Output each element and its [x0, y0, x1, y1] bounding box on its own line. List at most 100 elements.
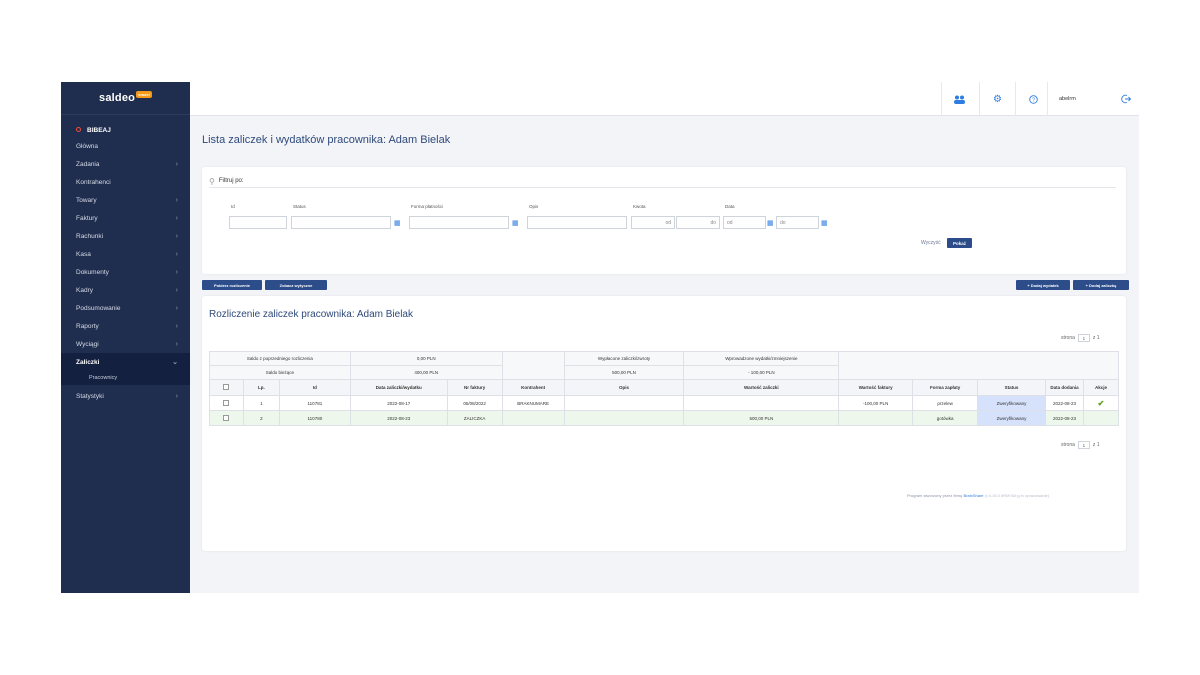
sidebar-item-raporty[interactable]: Raporty ›	[61, 317, 190, 335]
cell-date: 2022-08-17	[349, 395, 448, 411]
sidebar-item-kontrahenci[interactable]: Kontrahenci	[61, 173, 190, 191]
check-icon[interactable]: ✔	[1098, 399, 1105, 408]
chevron-right-icon: ›	[175, 214, 178, 222]
paid-value: 500,00 PLN	[563, 365, 685, 380]
sidebar-item-rachunki[interactable]: Rachunki ›	[61, 227, 190, 245]
page-input[interactable]: 1	[1077, 441, 1090, 449]
spent-label: Wprowadzone wydatki/zmniejszenie	[683, 351, 840, 366]
sidebar-item-statystyki[interactable]: Statystyki ›	[61, 387, 190, 405]
column-header[interactable]: Data zaliczki/wydatku	[349, 379, 448, 396]
checkbox[interactable]	[223, 399, 230, 406]
sidebar-item-glowna[interactable]: Główna	[61, 137, 190, 155]
chevron-right-icon: ›	[175, 196, 178, 204]
filter-amount-from[interactable]: od	[631, 216, 675, 229]
row-checkbox[interactable]	[209, 410, 244, 426]
cell-invoice-value: -100,00 PLN	[838, 395, 914, 411]
payment-dropdown-icon[interactable]: ▦	[512, 219, 519, 227]
users-icon[interactable]	[941, 82, 977, 116]
sidebar-item-company[interactable]: BIBEAJ	[61, 123, 190, 137]
cell-invoice: ZALICZKA	[446, 410, 503, 426]
calendar-icon[interactable]: ▦	[821, 219, 828, 227]
checkbox[interactable]	[223, 414, 230, 421]
filter-payment-input[interactable]	[409, 216, 509, 229]
help-icon[interactable]: ?	[1015, 82, 1051, 116]
column-header[interactable]: Data dodania	[1045, 379, 1084, 396]
footer: Program stworzony przez firmę BrainShare…	[907, 493, 1049, 498]
sidebar-subitem-pracownicy[interactable]: Pracownicy	[61, 371, 190, 385]
svg-text:?: ?	[1032, 97, 1035, 103]
filter-date-to[interactable]: do	[776, 216, 819, 229]
chevron-down-icon: ⌄	[172, 359, 178, 366]
sidebar-item-zaliczki[interactable]: Zaliczki ⌄	[61, 353, 190, 371]
sidebar-item-label: Zaliczki	[76, 358, 100, 366]
checkbox[interactable]	[223, 384, 230, 390]
chevron-right-icon: ›	[175, 304, 178, 312]
cell-lp: 2	[242, 410, 280, 426]
chevron-right-icon: ›	[175, 392, 178, 400]
cell-date: 2022-08-23	[349, 410, 448, 426]
sidebar-item-label: Faktury	[76, 214, 98, 222]
column-header[interactable]: Id	[278, 379, 351, 396]
filter-label-payment: Forma płatności	[411, 204, 444, 209]
sidebar-item-kasa[interactable]: Kasa ›	[61, 245, 190, 263]
clear-filter-link[interactable]: Wyczyść	[921, 240, 941, 246]
filter-status-input[interactable]	[291, 216, 391, 229]
username[interactable]: abelrm	[1047, 82, 1107, 116]
row-checkbox[interactable]	[209, 395, 244, 411]
cell-id: 110781	[278, 395, 351, 411]
company-dot-icon	[76, 126, 81, 132]
add-advance-button[interactable]: + Dodaj zaliczkę	[1073, 280, 1129, 290]
sidebar-item-label: Główna	[76, 142, 99, 150]
page-total: z 1	[1092, 442, 1100, 448]
calendar-icon[interactable]: ▦	[767, 219, 774, 227]
column-header[interactable]: Wartość faktury	[838, 379, 914, 396]
sidebar-item-podsumowanie[interactable]: Podsumowanie ›	[61, 299, 190, 317]
sidebar-item-towary[interactable]: Towary ›	[61, 191, 190, 209]
pager-label: strona	[1061, 442, 1075, 448]
download-settlement-button[interactable]: Pobierz rozliczenie	[202, 280, 262, 290]
sidebar-item-wyciagi[interactable]: Wyciągi ›	[61, 335, 190, 353]
logo-text: saldeo	[99, 92, 136, 104]
filter-label-id: Id	[231, 204, 235, 209]
view-guidelines-button[interactable]: Zobacz wytyczne	[265, 280, 327, 290]
summary-spacer	[838, 351, 1119, 380]
cell-id: 110780	[278, 410, 351, 426]
column-header[interactable]: Opis	[563, 379, 685, 396]
select-all-checkbox[interactable]	[209, 379, 244, 396]
cell-invoice: 05/08/2022	[446, 395, 503, 411]
filter-desc-input[interactable]	[527, 216, 627, 229]
column-header[interactable]: Lp.	[242, 379, 280, 396]
sidebar-item-dokumenty[interactable]: Dokumenty ›	[61, 263, 190, 281]
sidebar-item-label: Kasa	[76, 250, 91, 258]
table-row[interactable]: 1 110781 2022-08-17 05/08/2022 BRAKNUMAR…	[209, 395, 1120, 411]
column-header[interactable]: Forma zapłaty	[912, 379, 979, 396]
column-header[interactable]: Kontrahent	[501, 379, 565, 396]
column-header[interactable]: Wartość zaliczki	[683, 379, 840, 396]
sidebar-item-label: Kadry	[76, 286, 93, 294]
filter-label-status: Status	[293, 204, 306, 209]
show-button[interactable]: Pokaż	[947, 238, 972, 248]
filter-amount-to[interactable]: do	[676, 216, 720, 229]
sidebar-item-zadania[interactable]: Zadania ›	[61, 155, 190, 173]
logo[interactable]: saldeo smart	[61, 82, 190, 115]
page-input[interactable]: 1	[1077, 334, 1090, 342]
filter-label: Filtruj po:	[218, 178, 244, 184]
settings-icon[interactable]: ⚙	[979, 82, 1015, 116]
filter-id-input[interactable]	[229, 216, 287, 229]
add-expense-button[interactable]: + Dodaj wydatek	[1016, 280, 1070, 290]
sidebar-item-faktury[interactable]: Faktury ›	[61, 209, 190, 227]
cell-added: 2022-08-23	[1045, 410, 1084, 426]
column-header[interactable]: Nr faktury	[446, 379, 503, 396]
footer-brand-link[interactable]: BrainShare	[963, 493, 983, 498]
sidebar-item-kadry[interactable]: Kadry ›	[61, 281, 190, 299]
logout-icon[interactable]	[1113, 82, 1139, 116]
status-dropdown-icon[interactable]: ▦	[394, 219, 401, 227]
filter-date-from[interactable]: od	[723, 216, 766, 229]
cell-actions	[1082, 410, 1120, 426]
column-header[interactable]: Status	[977, 379, 1046, 396]
table-row[interactable]: 2 110780 2022-08-23 ZALICZKA 500,00 PLN …	[209, 410, 1120, 426]
cell-lp: 1	[242, 395, 280, 411]
column-header: Akcje	[1082, 379, 1120, 396]
settlement-table: Saldo z poprzedniego rozliczenia 0,00 PL…	[209, 351, 1120, 426]
cell-payment: przelew	[912, 395, 979, 411]
